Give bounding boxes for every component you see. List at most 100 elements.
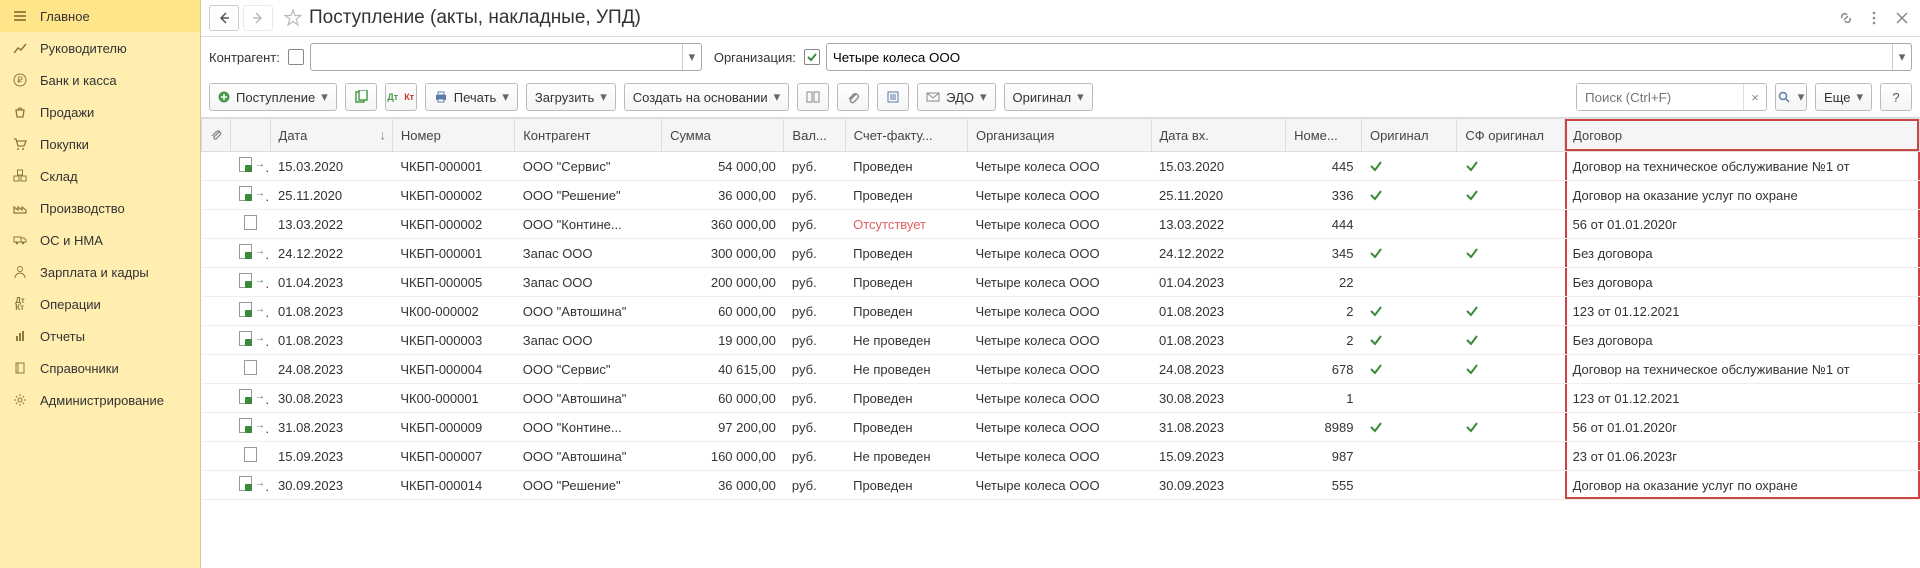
sidebar-item-0[interactable]: Главное (0, 0, 200, 32)
sidebar-item-2[interactable]: ₽Банк и касса (0, 64, 200, 96)
table-row[interactable]: →31.08.2023ЧКБП-000009ООО "Контине...97 … (202, 413, 1920, 442)
sidebar-item-1[interactable]: Руководителю (0, 32, 200, 64)
col-date[interactable]: Дата↓ (270, 119, 392, 152)
close-icon[interactable] (1892, 8, 1912, 28)
create-button[interactable]: Поступление ▾ (209, 83, 337, 111)
sidebar-item-label: Администрирование (40, 393, 164, 408)
counterparty-dropdown-icon[interactable]: ▾ (682, 44, 701, 70)
create-on-basis-button[interactable]: Создать на основании ▾ (624, 83, 789, 111)
col-num-in[interactable]: Номе... (1286, 119, 1362, 152)
more-button[interactable]: Еще ▾ (1815, 83, 1872, 111)
chevron-down-icon: ▾ (1798, 89, 1805, 105)
sidebar-item-12[interactable]: Администрирование (0, 384, 200, 416)
col-invoice[interactable]: Счет-факту... (845, 119, 967, 152)
main: Поступление (акты, накладные, УПД) Контр… (201, 0, 1920, 568)
org-label: Организация: (714, 50, 796, 65)
kebab-icon[interactable] (1864, 8, 1884, 28)
table-row[interactable]: →01.04.2023ЧКБП-000005Запас ООО200 000,0… (202, 268, 1920, 297)
col-number[interactable]: Номер (392, 119, 514, 152)
load-button[interactable]: Загрузить ▾ (526, 83, 616, 111)
dtkt-button[interactable]: ДтКт (385, 83, 417, 111)
col-icon[interactable] (231, 119, 270, 152)
report-icon (12, 328, 28, 344)
original-button[interactable]: Оригинал ▾ (1004, 83, 1093, 111)
col-contract[interactable]: Договор (1565, 119, 1920, 152)
link-icon[interactable] (1836, 8, 1856, 28)
col-counterparty[interactable]: Контрагент (515, 119, 662, 152)
edo-button[interactable]: ЭДО ▾ (917, 83, 995, 111)
table-row[interactable]: →25.11.2020ЧКБП-000002ООО "Решение"36 00… (202, 181, 1920, 210)
nav-back-button[interactable] (209, 5, 239, 31)
table-row[interactable]: →30.08.2023ЧК00-000001ООО "Автошина"60 0… (202, 384, 1920, 413)
table-row[interactable]: 13.03.2022ЧКБП-000002ООО "Контине...360 … (202, 210, 1920, 239)
col-sum[interactable]: Сумма (662, 119, 784, 152)
bag-icon (12, 104, 28, 120)
col-original[interactable]: Оригинал (1361, 119, 1456, 152)
counterparty-label: Контрагент: (209, 50, 280, 65)
table-row[interactable]: →15.03.2020ЧКБП-000001ООО "Сервис"54 000… (202, 152, 1920, 181)
sidebar-item-4[interactable]: Покупки (0, 128, 200, 160)
copy-button[interactable] (345, 83, 377, 111)
document-status-icon (244, 447, 257, 462)
sidebar-item-5[interactable]: Склад (0, 160, 200, 192)
plus-icon (218, 91, 230, 103)
sidebar-item-label: Производство (40, 201, 125, 216)
attach-button[interactable] (837, 83, 869, 111)
help-button[interactable]: ? (1880, 83, 1912, 111)
factory-icon (12, 200, 28, 216)
grid-header-row: Дата↓ Номер Контрагент Сумма Вал... Счет… (202, 119, 1920, 152)
table-container[interactable]: Дата↓ Номер Контрагент Сумма Вал... Счет… (201, 118, 1920, 568)
document-status-icon (244, 215, 257, 230)
menu-icon (12, 8, 28, 24)
org-checkbox[interactable] (804, 49, 820, 65)
table-row[interactable]: 15.09.2023ЧКБП-000007ООО "Автошина"160 0… (202, 442, 1920, 471)
print-button[interactable]: Печать ▾ (425, 83, 518, 111)
truck-icon (12, 232, 28, 248)
print-button-label: Печать (454, 90, 497, 105)
sidebar-item-8[interactable]: Зарплата и кадры (0, 256, 200, 288)
person-icon (12, 264, 28, 280)
col-currency[interactable]: Вал... (784, 119, 845, 152)
counterparty-checkbox[interactable] (288, 49, 304, 65)
advanced-search-button[interactable]: ▾ (1775, 83, 1807, 111)
col-sf-original[interactable]: СФ оригинал (1457, 119, 1565, 152)
sidebar-item-7[interactable]: ОС и НМА (0, 224, 200, 256)
sidebar-item-6[interactable]: Производство (0, 192, 200, 224)
sidebar-item-9[interactable]: ДтКтОперации (0, 288, 200, 320)
document-status-icon: → (239, 186, 265, 201)
counterparty-input[interactable] (311, 44, 682, 70)
more-button-label: Еще (1824, 90, 1850, 105)
col-attach[interactable] (202, 119, 231, 152)
boxes-icon (12, 168, 28, 184)
table-row[interactable]: 24.08.2023ЧКБП-000004ООО "Сервис"40 615,… (202, 355, 1920, 384)
col-org[interactable]: Организация (967, 119, 1151, 152)
table-row[interactable]: →24.12.2022ЧКБП-000001Запас ООО300 000,0… (202, 239, 1920, 268)
create-button-label: Поступление (236, 90, 315, 105)
col-date-in[interactable]: Дата вх. (1151, 119, 1286, 152)
favorite-star-icon[interactable] (281, 9, 305, 27)
list-button[interactable] (877, 83, 909, 111)
sidebar-item-3[interactable]: Продажи (0, 96, 200, 128)
search-input[interactable] (1577, 84, 1743, 110)
sidebar-item-10[interactable]: Отчеты (0, 320, 200, 352)
chevron-down-icon: ▾ (980, 89, 987, 105)
registry-button[interactable] (797, 83, 829, 111)
org-dropdown-icon[interactable]: ▾ (1892, 44, 1911, 70)
chevron-down-icon: ▾ (321, 89, 328, 105)
chart-icon (12, 40, 28, 56)
sidebar-item-label: Продажи (40, 105, 94, 120)
table-row[interactable]: →01.08.2023ЧКБП-000003Запас ООО19 000,00… (202, 326, 1920, 355)
org-input[interactable] (827, 44, 1892, 70)
document-status-icon: → (239, 302, 265, 317)
table-row[interactable]: →30.09.2023ЧКБП-000014ООО "Решение"36 00… (202, 471, 1920, 500)
book-icon (12, 360, 28, 376)
load-button-label: Загрузить (535, 90, 594, 105)
create-on-basis-label: Создать на основании (633, 90, 768, 105)
table-row[interactable]: →01.08.2023ЧК00-000002ООО "Автошина"60 0… (202, 297, 1920, 326)
document-status-icon: → (239, 157, 265, 172)
search-clear-icon[interactable]: × (1743, 84, 1766, 110)
nav-forward-button[interactable] (243, 5, 273, 31)
cart-icon (12, 136, 28, 152)
ruble-icon: ₽ (12, 72, 28, 88)
sidebar-item-11[interactable]: Справочники (0, 352, 200, 384)
